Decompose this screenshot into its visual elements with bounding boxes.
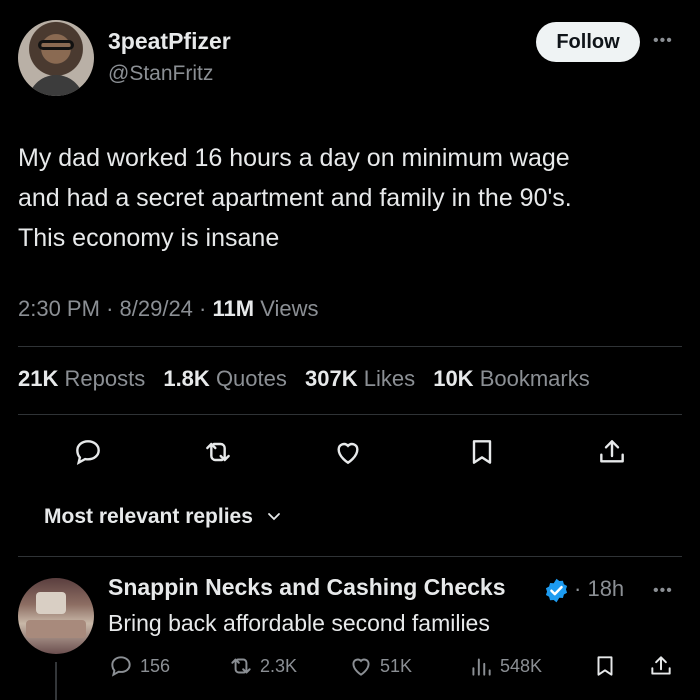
thread-line bbox=[55, 662, 57, 700]
reposts-stat[interactable]: 21K Reposts bbox=[18, 366, 145, 391]
replies-sort-label: Most relevant replies bbox=[44, 505, 253, 528]
divider bbox=[18, 346, 682, 347]
bookmarks-count: 10K bbox=[433, 366, 474, 391]
repost-icon bbox=[231, 658, 251, 674]
bookmarks-label: Bookmarks bbox=[479, 366, 590, 391]
chevron-down-icon bbox=[268, 513, 280, 521]
reply-views-count: 548K bbox=[500, 655, 543, 676]
meta-separator: · bbox=[199, 296, 213, 321]
tweet-stats: 21K Reposts 1.8K Quotes 307K Likes 10K B… bbox=[18, 366, 590, 392]
quotes-count: 1.8K bbox=[163, 366, 210, 391]
tweet-meta: 2:30 PM · 8/29/24 · 11M Views bbox=[18, 296, 319, 322]
likes-label: Likes bbox=[363, 366, 416, 391]
reply-text: Bring back affordable second families bbox=[108, 610, 490, 636]
bookmarks-stat[interactable]: 10K Bookmarks bbox=[433, 366, 590, 391]
share-icon[interactable] bbox=[596, 436, 628, 468]
share-icon bbox=[651, 656, 671, 675]
tweet-text: My dad worked 16 hours a day on minimum … bbox=[18, 144, 572, 252]
reply-icon[interactable] bbox=[72, 436, 104, 468]
like-icon bbox=[352, 658, 370, 676]
meta-separator: · bbox=[106, 296, 120, 321]
time-separator: · bbox=[574, 576, 588, 601]
reply-time-value: 18h bbox=[587, 576, 625, 601]
reply-author-avatar[interactable] bbox=[18, 578, 94, 654]
avatar-shirt bbox=[28, 75, 84, 96]
follow-button[interactable]: Follow bbox=[536, 22, 640, 62]
views-label: Views bbox=[260, 296, 319, 321]
likes-stat[interactable]: 307K Likes bbox=[305, 366, 415, 391]
quotes-label: Quotes bbox=[215, 366, 287, 391]
reply-more-options-icon[interactable]: ••• bbox=[653, 582, 673, 600]
tweet-header: 3peatPfizer @StanFritz Follow ••• bbox=[0, 0, 700, 110]
reply-views-button[interactable]: 548K bbox=[468, 652, 542, 680]
avatar-glasses bbox=[38, 40, 74, 50]
reposts-label: Reposts bbox=[64, 366, 146, 391]
divider bbox=[18, 556, 682, 557]
views-count: 11M bbox=[212, 296, 255, 321]
tweet-date[interactable]: 8/29/24 bbox=[120, 296, 193, 321]
author-handle[interactable]: @StanFritz bbox=[108, 62, 213, 86]
reply-repost-button[interactable]: 2.3K bbox=[228, 652, 297, 680]
reply-reposts-count: 2.3K bbox=[260, 655, 298, 676]
repost-icon[interactable] bbox=[202, 436, 234, 468]
reply-reply-button[interactable]: 156 bbox=[108, 652, 170, 680]
reply-author-name[interactable]: Snappin Necks and Cashing Checks bbox=[108, 574, 506, 601]
verified-badge-icon bbox=[545, 578, 568, 603]
bookmark-icon[interactable] bbox=[466, 436, 498, 468]
reply-time[interactable]: · 18h bbox=[574, 576, 624, 602]
reply-like-button[interactable]: 51K bbox=[348, 652, 412, 680]
author-display-name[interactable]: 3peatPfizer bbox=[108, 28, 231, 55]
avatar-detail bbox=[36, 592, 66, 614]
reply-likes-count: 51K bbox=[380, 655, 413, 676]
reply-share-button[interactable] bbox=[648, 652, 680, 680]
tweet-time[interactable]: 2:30 PM bbox=[18, 296, 100, 321]
divider bbox=[18, 414, 682, 415]
replies-sort-dropdown[interactable]: Most relevant replies bbox=[44, 505, 281, 529]
quotes-stat[interactable]: 1.8K Quotes bbox=[163, 366, 287, 391]
avatar-detail bbox=[26, 620, 86, 638]
reply-bookmark-button[interactable] bbox=[592, 652, 624, 680]
reply-replies-count: 156 bbox=[140, 655, 171, 676]
analytics-icon bbox=[472, 658, 491, 676]
reply-icon bbox=[111, 656, 131, 677]
bookmark-icon bbox=[597, 656, 613, 676]
more-options-icon[interactable]: ••• bbox=[653, 32, 673, 50]
likes-count: 307K bbox=[305, 366, 358, 391]
reposts-count: 21K bbox=[18, 366, 59, 391]
like-icon[interactable] bbox=[332, 436, 364, 468]
author-avatar[interactable] bbox=[18, 20, 94, 96]
